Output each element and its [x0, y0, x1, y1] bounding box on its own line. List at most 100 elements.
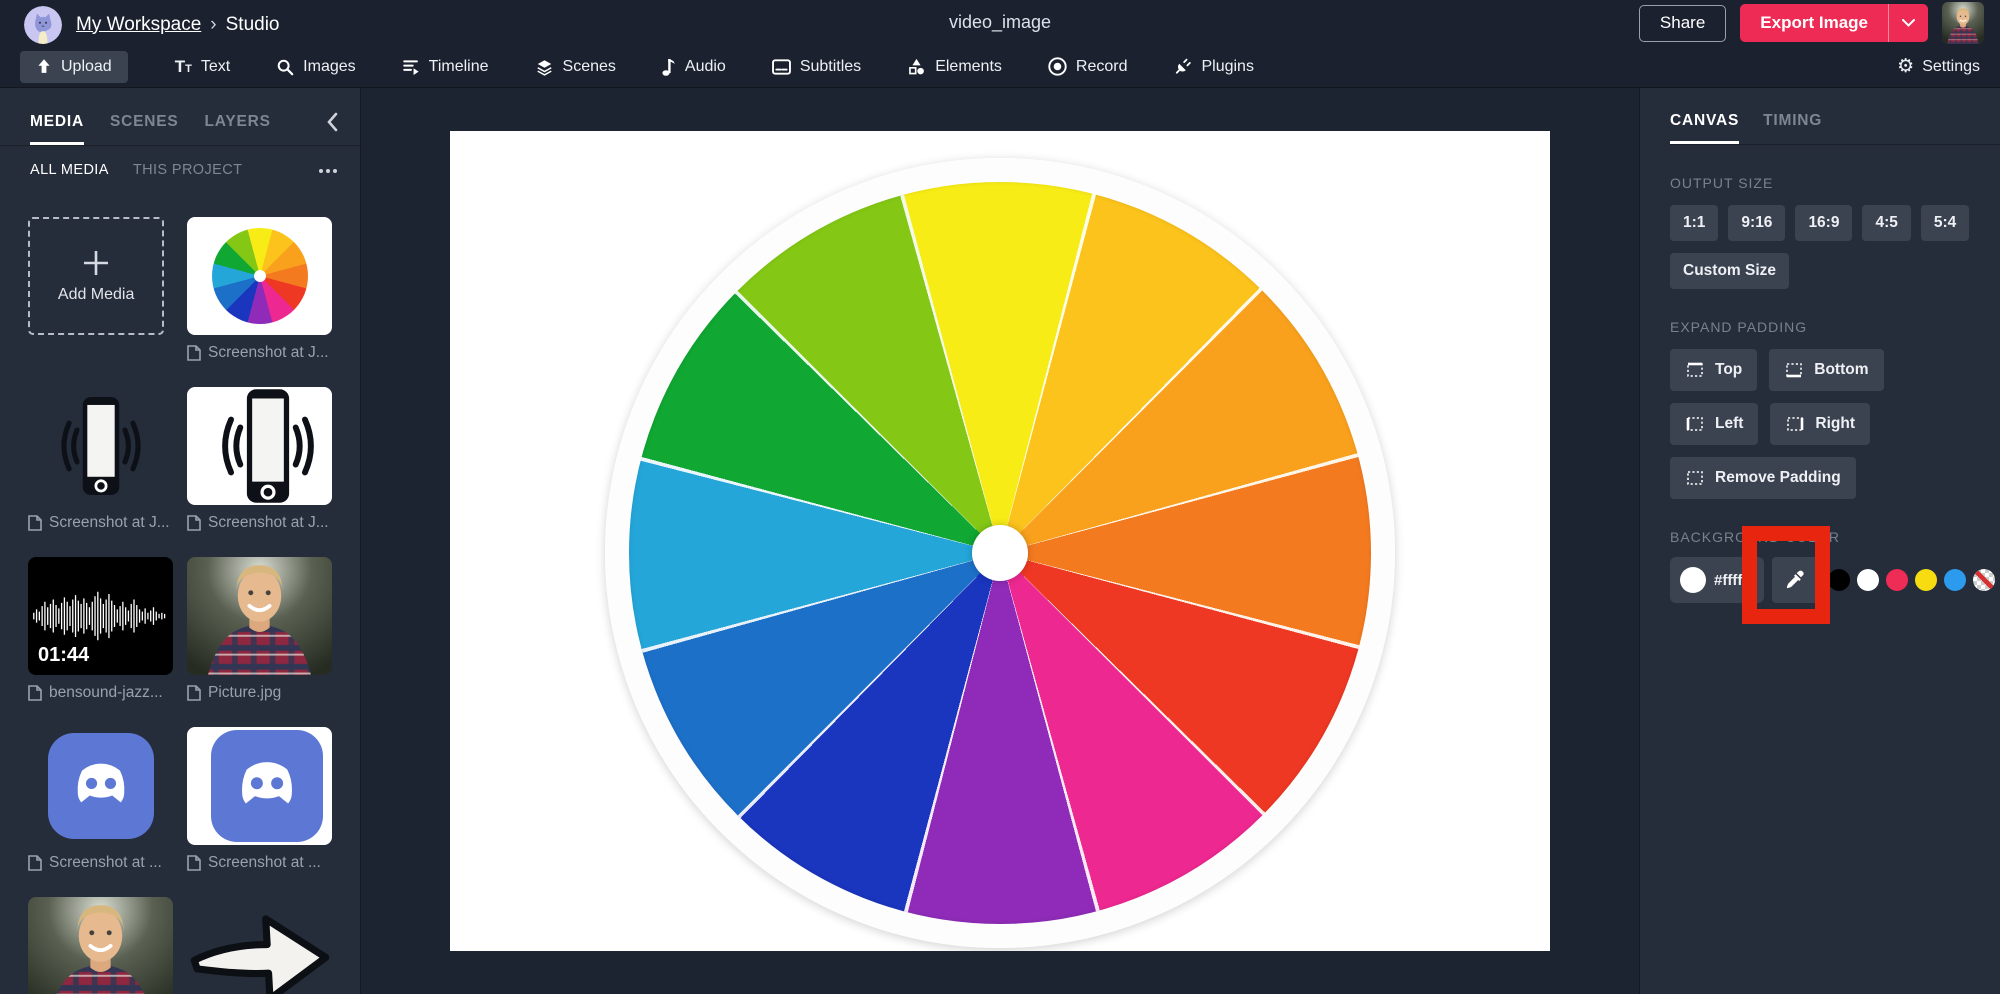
- tab-layers[interactable]: LAYERS: [205, 113, 271, 145]
- project-title[interactable]: video_image: [949, 12, 1051, 33]
- tab-timing[interactable]: TIMING: [1763, 112, 1822, 144]
- share-button[interactable]: Share: [1639, 5, 1726, 42]
- breadcrumb-current-page: Studio: [226, 14, 280, 36]
- more-options-button[interactable]: [318, 161, 338, 179]
- user-photo: [1942, 2, 1984, 44]
- pad-left-button[interactable]: Left: [1670, 403, 1758, 445]
- audio-waveform: [31, 583, 170, 649]
- video-canvas[interactable]: [450, 131, 1550, 951]
- media-thumb-phone-white[interactable]: [187, 387, 332, 505]
- canvas-panel: CANVAS TIMING OUTPUT SIZE 1:1 9:16 16:9 …: [1639, 88, 2000, 994]
- chevron-left-icon: [326, 112, 338, 132]
- toolbar-item-elements[interactable]: Elements: [884, 51, 1025, 83]
- file-icon: [187, 515, 201, 531]
- toolbar-label: Upload: [61, 58, 112, 76]
- media-thumb-audio[interactable]: 01:44: [28, 557, 173, 675]
- padding-row-1: Top Bottom: [1670, 349, 2000, 391]
- layers-icon: [535, 58, 554, 76]
- size-option-5-4[interactable]: 5:4: [1921, 205, 1969, 241]
- media-thumb-picture[interactable]: [187, 557, 332, 675]
- pad-right-button[interactable]: Right: [1770, 403, 1870, 445]
- toolbar-item-images[interactable]: Images: [253, 51, 378, 83]
- portrait-photo: [28, 897, 173, 994]
- pad-left-icon: [1685, 414, 1705, 434]
- media-thumb-arrow[interactable]: [187, 897, 332, 994]
- tab-scenes[interactable]: SCENES: [110, 113, 179, 145]
- breadcrumb: My Workspace › Studio: [76, 14, 280, 36]
- breadcrumb-workspace-link[interactable]: My Workspace: [76, 14, 201, 36]
- swatch-transparent[interactable]: [1973, 569, 1995, 591]
- file-icon: [187, 855, 201, 871]
- media-thumb-phone[interactable]: [28, 387, 173, 505]
- eyedropper-button[interactable]: [1772, 557, 1818, 603]
- media-item-picture: Picture.jpg: [187, 557, 332, 703]
- collapse-sidebar-button[interactable]: [326, 112, 338, 145]
- output-size-options: 1:1 9:16 16:9 4:5 5:4: [1670, 205, 2000, 241]
- toolbar-label: Scenes: [563, 58, 616, 76]
- vibrating-phone-image: [202, 387, 333, 505]
- tab-canvas[interactable]: CANVAS: [1670, 112, 1739, 144]
- discord-logo: [48, 733, 154, 839]
- swatch-f6dc10[interactable]: [1915, 569, 1937, 591]
- portrait-photo: [187, 557, 332, 675]
- main-toolbar: Upload TT Text Images Timeline Scenes Au…: [0, 46, 2000, 88]
- current-color-pill[interactable]: #ffffff: [1670, 557, 1764, 603]
- pad-top-button[interactable]: Top: [1670, 349, 1757, 391]
- toolbar-label: Audio: [685, 58, 726, 76]
- swatch-ef2c55[interactable]: [1886, 569, 1908, 591]
- media-thumb-portrait[interactable]: [28, 897, 173, 994]
- toolbar-label: Subtitles: [800, 58, 861, 76]
- export-image-label: Export Image: [1740, 4, 1888, 42]
- arrow-right-image: [188, 906, 332, 994]
- swatch-ffffff[interactable]: [1857, 569, 1879, 591]
- remove-padding-button[interactable]: Remove Padding: [1670, 457, 1856, 499]
- background-color-row: #ffffff: [1670, 557, 2000, 603]
- settings-label: Settings: [1922, 58, 1980, 76]
- size-option-9-16[interactable]: 9:16: [1728, 205, 1785, 241]
- chevron-down-icon: [1902, 19, 1915, 27]
- media-thumb-discord[interactable]: [28, 727, 173, 845]
- toolbar-item-text[interactable]: TT Text: [152, 51, 253, 83]
- top-bar: My Workspace › Studio video_image Share …: [0, 0, 2000, 46]
- filter-all-media[interactable]: ALL MEDIA: [30, 162, 109, 178]
- swatch-000000[interactable]: [1828, 569, 1850, 591]
- background-color-heading: BACKGROUND COLOR: [1670, 529, 2000, 545]
- custom-size-button[interactable]: Custom Size: [1670, 253, 1789, 289]
- music-note-icon: [662, 58, 676, 76]
- toolbar-item-plugins[interactable]: Plugins: [1150, 51, 1276, 83]
- size-option-4-5[interactable]: 4:5: [1862, 205, 1910, 241]
- color-wheel[interactable]: [605, 158, 1395, 948]
- size-option-1-1[interactable]: 1:1: [1670, 205, 1718, 241]
- canvas-panel-tabs: CANVAS TIMING: [1670, 88, 2000, 145]
- media-label: bensound-jazz...: [28, 683, 173, 703]
- export-options-dropdown[interactable]: [1888, 4, 1928, 42]
- tab-media[interactable]: MEDIA: [30, 113, 84, 145]
- export-image-button[interactable]: Export Image: [1740, 4, 1928, 42]
- toolbar-item-audio[interactable]: Audio: [639, 51, 749, 83]
- filter-this-project[interactable]: THIS PROJECT: [133, 162, 243, 178]
- text-icon: TT: [175, 58, 192, 75]
- media-item-phone-dark: Screenshot at J...: [28, 387, 173, 533]
- toolbar-item-subtitles[interactable]: Subtitles: [749, 51, 884, 83]
- size-option-16-9[interactable]: 16:9: [1795, 205, 1852, 241]
- pad-bottom-icon: [1784, 360, 1804, 380]
- toolbar-item-upload[interactable]: Upload: [20, 51, 128, 83]
- toolbar-item-record[interactable]: Record: [1025, 51, 1151, 83]
- user-avatar[interactable]: [1942, 2, 1984, 44]
- workspace-avatar[interactable]: [24, 6, 62, 44]
- wheel-center-hub: [972, 525, 1028, 581]
- pad-bottom-button[interactable]: Bottom: [1769, 349, 1883, 391]
- media-item-discord-light: Screenshot at ...: [187, 727, 332, 873]
- media-thumb-discord-white[interactable]: [187, 727, 332, 845]
- toolbar-item-timeline[interactable]: Timeline: [379, 51, 512, 83]
- settings-button[interactable]: ⚙ Settings: [1897, 57, 1980, 76]
- add-media-button[interactable]: Add Media: [28, 217, 164, 335]
- remove-padding-icon: [1685, 468, 1705, 488]
- discord-mascot-icon: [58, 743, 144, 829]
- toolbar-item-scenes[interactable]: Scenes: [512, 51, 639, 83]
- add-media-cell: Add Media: [28, 217, 173, 363]
- expand-padding-heading: EXPAND PADDING: [1670, 319, 2000, 335]
- timeline-icon: [402, 58, 420, 75]
- media-thumb-colorwheel[interactable]: [187, 217, 332, 335]
- swatch-2d9bed[interactable]: [1944, 569, 1966, 591]
